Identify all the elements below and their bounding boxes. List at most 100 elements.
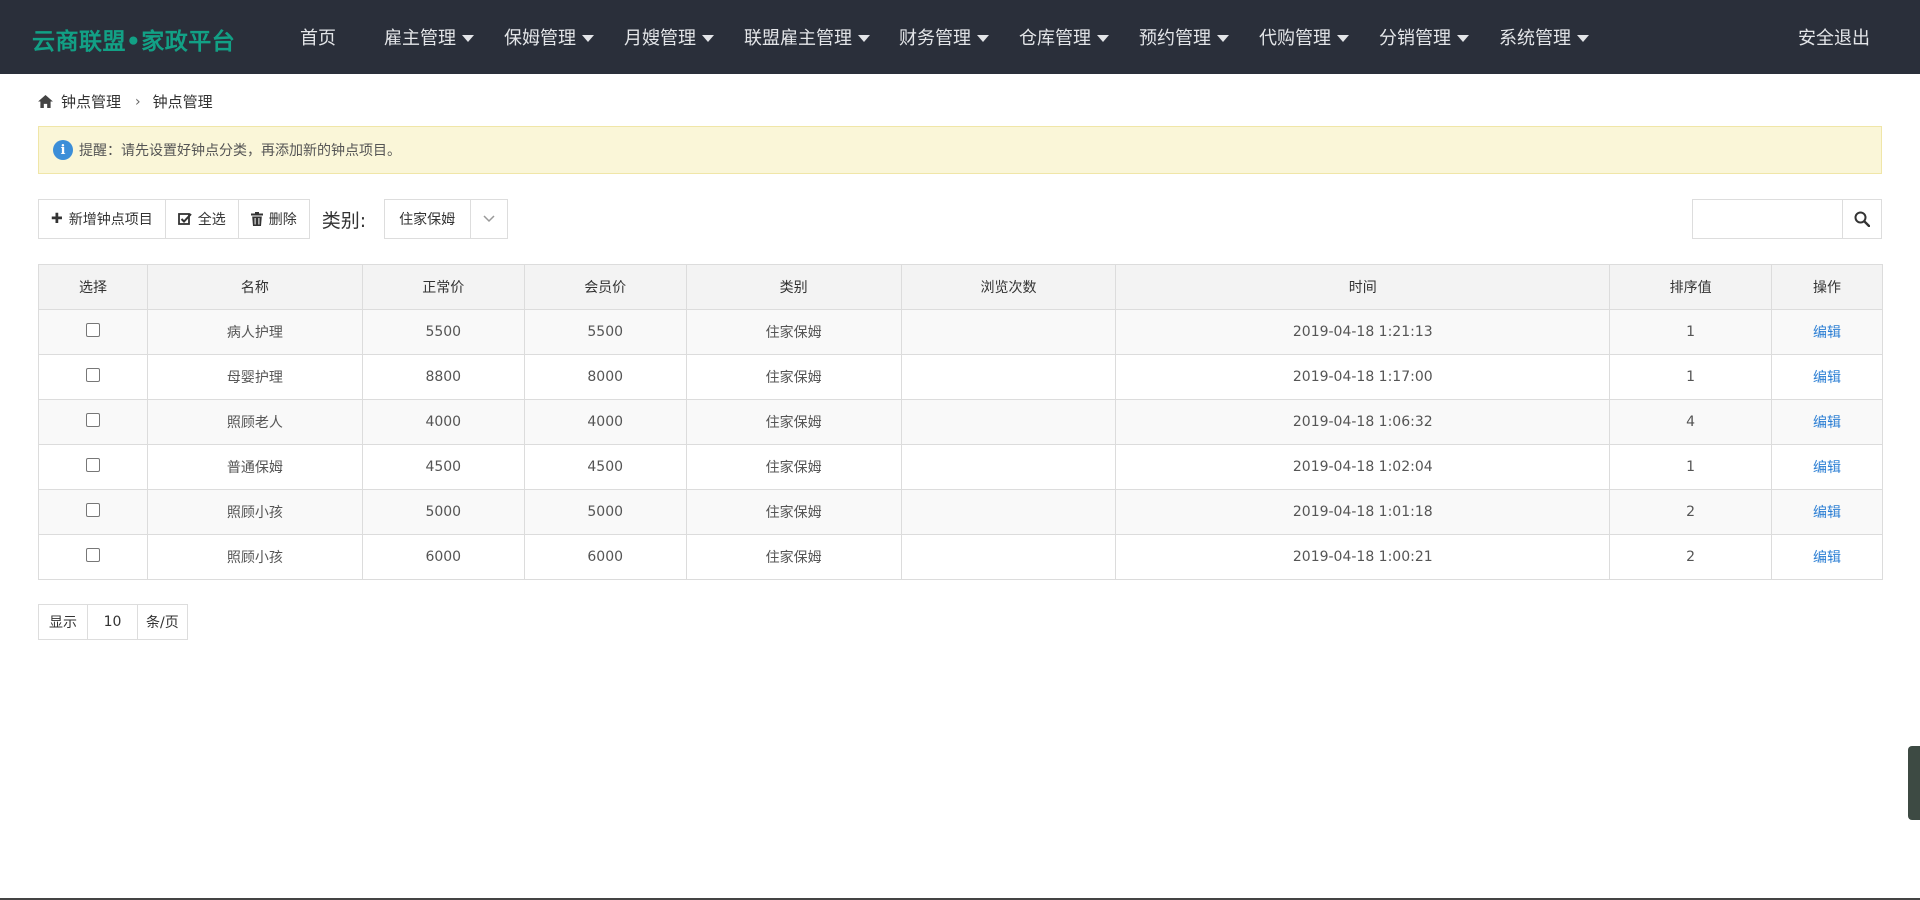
caret-down-icon [858,34,870,42]
caret-down-icon [582,34,594,42]
column-header-category: 类别 [685,264,902,310]
caret-down-icon [462,34,474,42]
search-button[interactable] [1843,200,1881,238]
row-checkbox[interactable] [85,413,100,427]
action-button-group: ✚ 新增钟点项目 全选 删除 [38,199,310,239]
page-size-control: 显示 10 条/页 [38,604,188,640]
check-square-icon [177,213,192,225]
edit-link[interactable]: 编辑 [1771,354,1883,400]
alert-text: 提醒：请先设置好钟点分类，再添加新的钟点项目。 [79,143,401,159]
name-cell: 照顾老人 [146,399,363,445]
select-all-label: 全选 [197,212,226,228]
nav-system-management[interactable]: 系统管理 [1499,24,1589,50]
sort-cell: 1 [1609,354,1773,400]
category-select[interactable]: 住家保姆 [384,199,509,239]
side-widget-handle[interactable] [1908,746,1920,820]
row-checkbox[interactable] [85,503,100,517]
member-price-cell: 4000 [523,399,687,445]
time-cell: 2019-04-18 1:17:00 [1115,354,1611,400]
column-header-select: 选择 [38,264,148,310]
nav-booking-management[interactable]: 预约管理 [1139,24,1229,50]
caret-down-icon [977,34,989,42]
nav-maternity-management[interactable]: 月嫂管理 [624,24,714,50]
edit-link[interactable]: 编辑 [1771,444,1883,490]
hourly-items-table: 选择 名称 正常价 会员价 类别 浏览次数 时间 排序值 操作 病人护理 550… [38,264,1883,580]
logout-link[interactable]: 安全退出 [1798,24,1870,50]
nav-alliance-employer-management[interactable]: 联盟雇主管理 [744,24,870,50]
delete-label: 删除 [268,212,297,228]
category-cell: 住家保姆 [685,444,902,490]
row-select-cell [38,534,148,580]
column-header-name: 名称 [146,264,363,310]
edit-link[interactable]: 编辑 [1771,309,1883,355]
row-checkbox[interactable] [85,458,100,472]
price-cell: 5500 [361,309,525,355]
member-price-cell: 8000 [523,354,687,400]
views-cell [900,354,1117,400]
search-input[interactable] [1693,200,1843,238]
row-checkbox[interactable] [85,323,100,337]
caret-down-icon [1337,34,1349,42]
caret-down-icon [1217,34,1229,42]
table-row: 母婴护理 8800 8000 住家保姆 2019-04-18 1:17:00 1… [38,354,1883,400]
views-cell [900,399,1117,445]
caret-down-icon [1577,34,1589,42]
row-checkbox[interactable] [85,548,100,562]
name-cell: 病人护理 [146,309,363,355]
home-icon[interactable] [38,95,53,108]
edit-link[interactable]: 编辑 [1771,489,1883,535]
nav-employer-management[interactable]: 雇主管理 [384,24,474,50]
sort-cell: 1 [1609,309,1773,355]
nav-label: 分销管理 [1379,28,1451,49]
nav-distribution-management[interactable]: 分销管理 [1379,24,1469,50]
nav-label: 雇主管理 [384,28,456,49]
edit-link[interactable]: 编辑 [1771,534,1883,580]
edit-link[interactable]: 编辑 [1771,399,1883,445]
name-cell: 照顾小孩 [146,489,363,535]
nav-purchasing-management[interactable]: 代购管理 [1259,24,1349,50]
nav-home[interactable]: 首页 [300,24,336,50]
sort-cell: 2 [1609,489,1773,535]
row-select-cell [38,399,148,445]
category-select-value: 住家保姆 [385,200,472,238]
select-all-button[interactable]: 全选 [165,200,239,238]
reminder-alert: i 提醒：请先设置好钟点分类，再添加新的钟点项目。 [38,126,1882,174]
search-icon [1854,211,1870,227]
name-cell: 照顾小孩 [146,534,363,580]
name-cell: 母婴护理 [146,354,363,400]
row-select-cell [38,489,148,535]
delete-button[interactable]: 删除 [238,200,309,238]
nav-warehouse-management[interactable]: 仓库管理 [1019,24,1109,50]
sort-cell: 1 [1609,444,1773,490]
search-box [1692,199,1882,239]
price-cell: 8800 [361,354,525,400]
chevron-down-icon[interactable] [471,200,507,238]
column-header-member-price: 会员价 [523,264,687,310]
column-header-sort: 排序值 [1609,264,1773,310]
breadcrumb-item[interactable]: 钟点管理 [61,91,121,112]
category-cell: 住家保姆 [685,489,902,535]
brand-logo[interactable]: 云商联盟•家政平台 [32,22,235,56]
price-cell: 4500 [361,444,525,490]
row-select-cell [38,309,148,355]
nav-finance-management[interactable]: 财务管理 [899,24,989,50]
breadcrumb-current: 钟点管理 [152,93,213,111]
nav-label: 仓库管理 [1019,28,1091,49]
page-size-input[interactable]: 10 [88,605,138,639]
time-cell: 2019-04-18 1:00:21 [1115,534,1611,580]
row-checkbox[interactable] [85,368,100,382]
add-item-label: 新增钟点项目 [68,212,153,228]
nav-nanny-management[interactable]: 保姆管理 [504,24,594,50]
row-select-cell [38,354,148,400]
category-cell: 住家保姆 [685,534,902,580]
table-row: 照顾小孩 5000 5000 住家保姆 2019-04-18 1:01:18 2… [38,489,1883,535]
caret-down-icon [1097,34,1109,42]
category-cell: 住家保姆 [685,399,902,445]
price-cell: 4000 [361,399,525,445]
table-header-row: 选择 名称 正常价 会员价 类别 浏览次数 时间 排序值 操作 [38,264,1883,310]
member-price-cell: 5000 [523,489,687,535]
add-item-button[interactable]: ✚ 新增钟点项目 [39,200,166,238]
column-header-action: 操作 [1771,264,1883,310]
time-cell: 2019-04-18 1:01:18 [1115,489,1611,535]
member-price-cell: 4500 [523,444,687,490]
